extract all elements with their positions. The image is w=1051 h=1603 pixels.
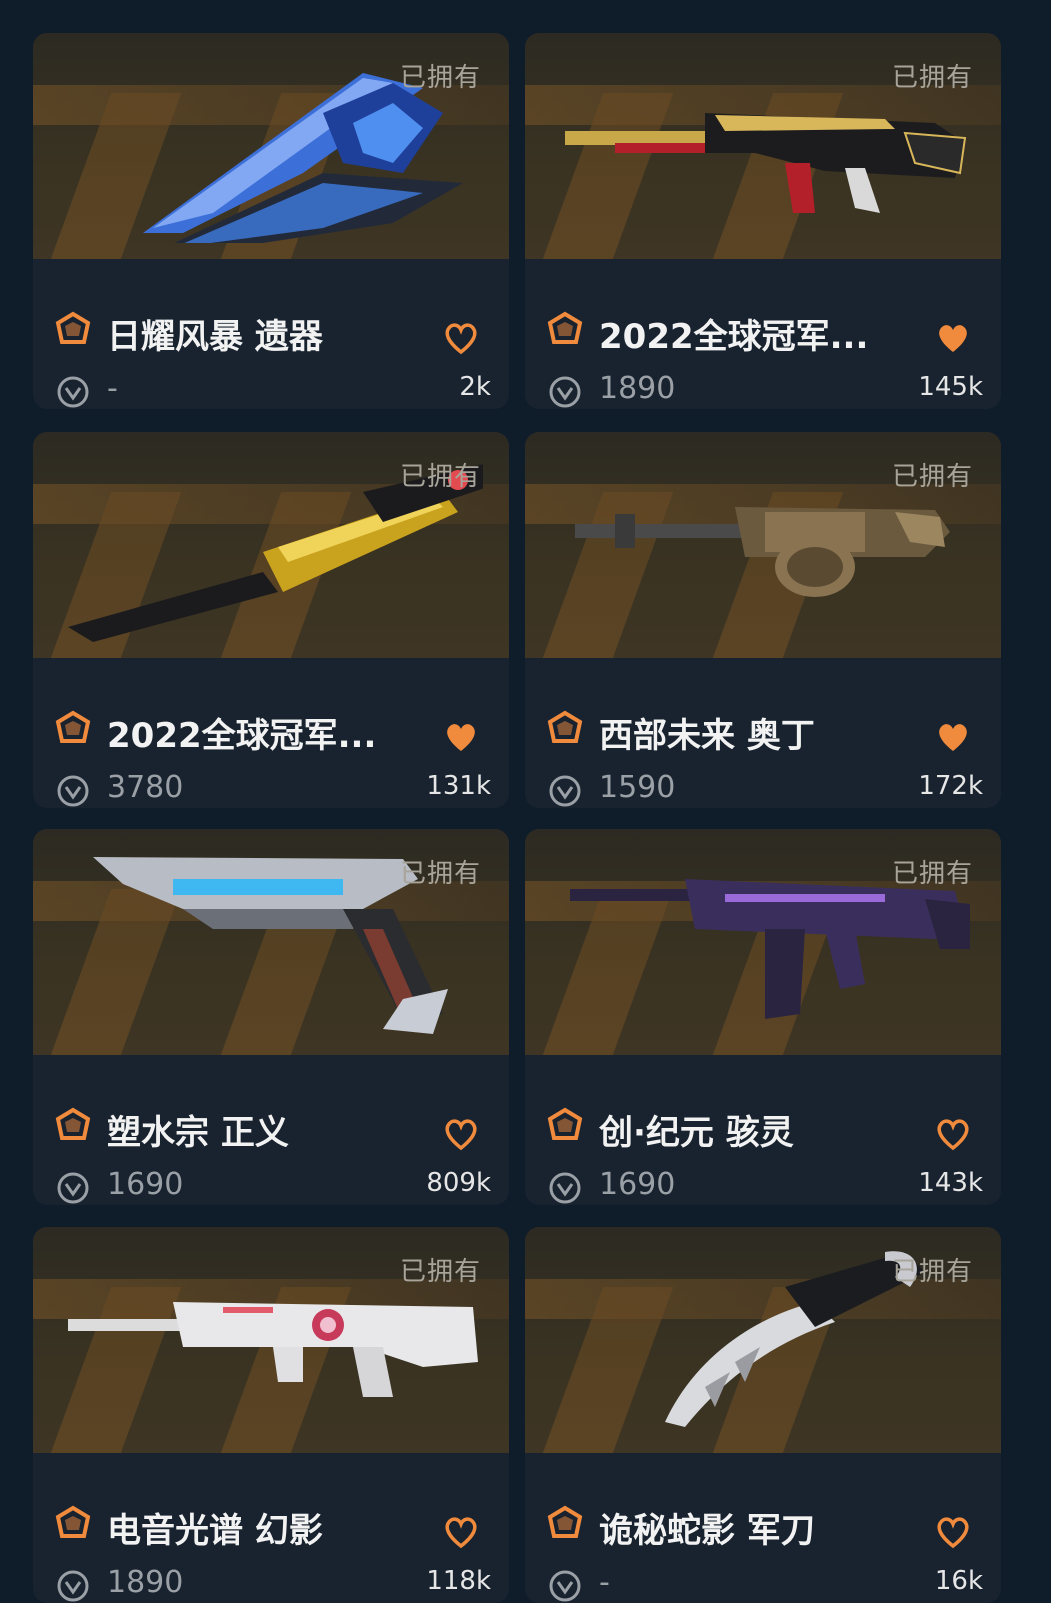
tier-icon [55, 311, 91, 344]
skin-price: 1590 [599, 770, 676, 805]
like-count: 172k [918, 771, 983, 801]
skin-artwork: 已拥有 [33, 1227, 509, 1453]
skin-price: 1890 [107, 1565, 184, 1600]
owned-badge: 已拥有 [399, 1257, 481, 1287]
skin-card[interactable]: 已拥有 日耀风暴 遗器 - 2k [33, 33, 509, 409]
tier-icon [547, 1505, 583, 1538]
heart-outline-icon[interactable] [443, 1117, 479, 1151]
skin-card[interactable]: 已拥有 创·纪元 骇灵 1690 143k [525, 829, 1001, 1205]
like-count: 118k [426, 1566, 491, 1596]
skin-artwork: 已拥有 [525, 829, 1001, 1055]
owned-badge: 已拥有 [399, 63, 481, 93]
skin-price: 3780 [107, 770, 184, 805]
vp-currency-icon [549, 1172, 581, 1204]
skin-artwork: 已拥有 [33, 829, 509, 1055]
vp-currency-icon [57, 775, 89, 807]
skin-name: 诡秘蛇影 军刀 [599, 1511, 815, 1551]
owned-badge: 已拥有 [891, 1257, 973, 1287]
skin-price: 1890 [599, 371, 676, 406]
skin-price: 1690 [107, 1167, 184, 1202]
skin-card[interactable]: 已拥有 2022全球冠军... 3780 131k [33, 432, 509, 808]
owned-badge: 已拥有 [891, 859, 973, 889]
heart-filled-icon[interactable] [935, 720, 971, 754]
skin-name: 电音光谱 幻影 [107, 1511, 323, 1551]
heart-outline-icon[interactable] [443, 1515, 479, 1549]
tier-icon [55, 1505, 91, 1538]
vp-currency-icon [549, 1570, 581, 1602]
skin-card[interactable]: 已拥有 塑水宗 正义 1690 809k [33, 829, 509, 1205]
skin-name: 2022全球冠军... [599, 317, 869, 357]
heart-filled-icon[interactable] [935, 321, 971, 355]
like-count: 809k [426, 1168, 491, 1198]
skin-price: 1690 [599, 1167, 676, 1202]
skin-price: - [107, 371, 118, 406]
owned-badge: 已拥有 [891, 63, 973, 93]
vp-currency-icon [57, 1570, 89, 1602]
skin-artwork: 已拥有 [33, 33, 509, 259]
owned-badge: 已拥有 [399, 462, 481, 492]
skin-artwork: 已拥有 [525, 1227, 1001, 1453]
tier-icon [55, 710, 91, 743]
skin-name: 日耀风暴 遗器 [107, 317, 323, 357]
owned-badge: 已拥有 [399, 859, 481, 889]
vp-currency-icon [549, 376, 581, 408]
tier-icon [547, 1107, 583, 1140]
skin-name: 2022全球冠军... [107, 716, 377, 756]
like-count: 16k [934, 1566, 983, 1596]
skin-name: 塑水宗 正义 [107, 1113, 289, 1153]
skin-card[interactable]: 已拥有 2022全球冠军... 1890 145k [525, 33, 1001, 409]
skin-card[interactable]: 已拥有 电音光谱 幻影 1890 118k [33, 1227, 509, 1603]
tier-icon [547, 311, 583, 344]
skin-collection-grid: 已拥有 日耀风暴 遗器 - 2k 已拥有 2022全球冠军... 1890 14… [0, 0, 1051, 1603]
like-count: 131k [426, 771, 491, 801]
heart-outline-icon[interactable] [935, 1515, 971, 1549]
like-count: 2k [459, 372, 491, 402]
heart-outline-icon[interactable] [443, 321, 479, 355]
skin-name: 创·纪元 骇灵 [599, 1113, 794, 1153]
skin-name: 西部未来 奥丁 [599, 716, 815, 756]
tier-icon [547, 710, 583, 743]
heart-filled-icon[interactable] [443, 720, 479, 754]
skin-artwork: 已拥有 [33, 432, 509, 658]
skin-card[interactable]: 已拥有 西部未来 奥丁 1590 172k [525, 432, 1001, 808]
vp-currency-icon [549, 775, 581, 807]
owned-badge: 已拥有 [891, 462, 973, 492]
skin-price: - [599, 1565, 610, 1600]
skin-artwork: 已拥有 [525, 33, 1001, 259]
vp-currency-icon [57, 376, 89, 408]
vp-currency-icon [57, 1172, 89, 1204]
heart-outline-icon[interactable] [935, 1117, 971, 1151]
like-count: 145k [918, 372, 983, 402]
tier-icon [55, 1107, 91, 1140]
skin-card[interactable]: 已拥有 诡秘蛇影 军刀 - 16k [525, 1227, 1001, 1603]
like-count: 143k [918, 1168, 983, 1198]
skin-artwork: 已拥有 [525, 432, 1001, 658]
